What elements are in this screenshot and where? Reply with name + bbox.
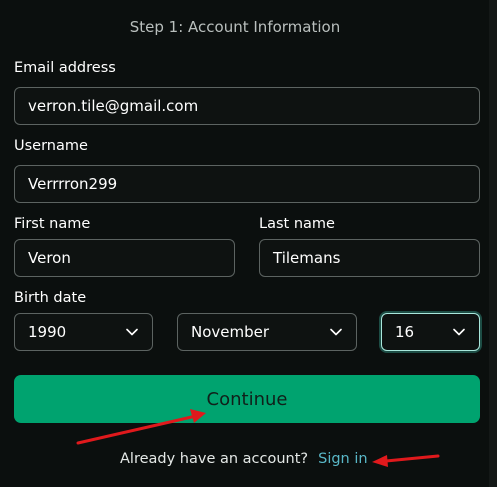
birth-day-value: 16 [395, 323, 415, 341]
continue-button-label: Continue [206, 388, 288, 410]
registration-page: Step 1: Account Information Email addres… [0, 0, 497, 487]
chevron-down-icon [453, 328, 465, 336]
chevron-down-icon [330, 328, 342, 336]
last-name-value: Tilemans [273, 249, 341, 267]
email-label: Email address [14, 60, 116, 76]
account-prompt-text: Already have an account? [120, 451, 309, 467]
sign-in-link[interactable]: Sign in [318, 451, 367, 467]
birth-date-label: Birth date [14, 290, 87, 306]
email-field[interactable]: verron.tile@gmail.com [14, 87, 480, 125]
last-name-field[interactable]: Tilemans [259, 239, 480, 277]
chevron-down-icon [126, 328, 138, 336]
email-value: verron.tile@gmail.com [28, 97, 199, 115]
account-prompt-row: Already have an account? Sign in [120, 451, 368, 467]
birth-month-value: November [191, 323, 270, 341]
username-field[interactable]: Verrrron299 [14, 165, 480, 203]
birth-year-select[interactable]: 1990 [14, 313, 153, 351]
annotation-arrow [372, 454, 440, 467]
step-title: Step 1: Account Information [129, 18, 341, 36]
scrollbar[interactable] [489, 0, 497, 487]
first-name-field[interactable]: Veron [14, 239, 235, 277]
birth-year-value: 1990 [28, 323, 67, 341]
birth-day-select[interactable]: 16 [381, 313, 480, 351]
username-label: Username [14, 138, 88, 154]
continue-button[interactable]: Continue [14, 375, 480, 423]
first-name-value: Veron [28, 249, 71, 267]
birth-month-select[interactable]: November [177, 313, 357, 351]
last-name-label: Last name [259, 216, 335, 232]
first-name-label: First name [14, 216, 91, 232]
username-value: Verrrron299 [28, 175, 118, 193]
